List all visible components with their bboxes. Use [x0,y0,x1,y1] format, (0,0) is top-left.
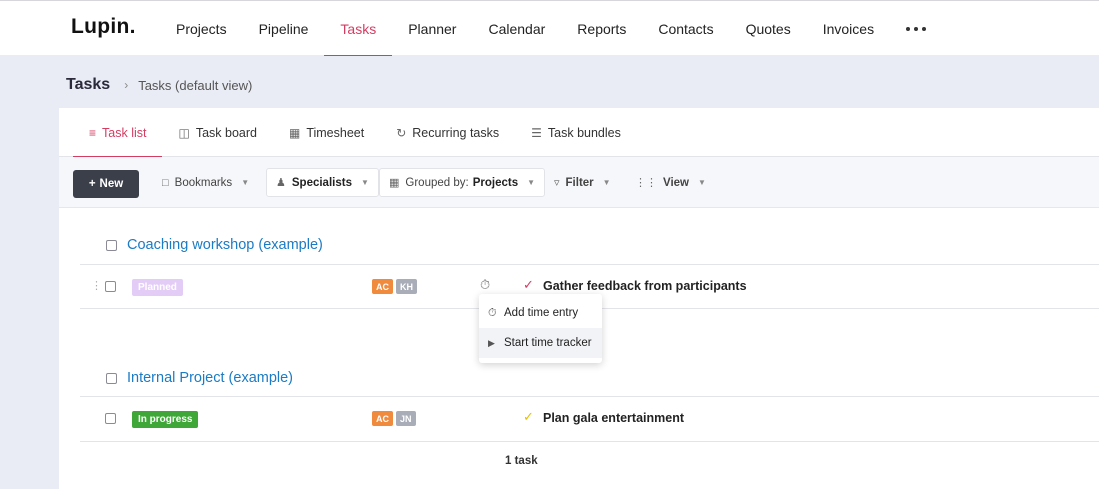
avatar[interactable]: JN [396,411,416,426]
task-checkbox[interactable] [105,413,116,424]
view-label: View [663,176,689,189]
nav-item-pipeline[interactable]: Pipeline [243,1,325,56]
task-name[interactable]: Gather feedback from participants [543,279,747,293]
new-button-label: New [99,178,124,190]
board-icon: ◫ [178,125,190,140]
start-time-tracker-item[interactable]: ▶ Start time tracker [479,328,602,358]
task-checkbox[interactable] [105,281,116,292]
grid-icon: ▦ [288,125,301,140]
breadcrumb: Tasks › Tasks (default view) [66,76,252,94]
grid-icon: ▦ [389,177,400,189]
avatar[interactable]: AC [372,411,393,426]
divider [80,441,1099,442]
task-name[interactable]: Plan gala entertainment [543,411,684,425]
nav-item-planner[interactable]: Planner [392,1,472,56]
grouped-prefix: Grouped by: [405,176,469,189]
assignees: AC KH [372,279,420,294]
new-button[interactable]: + New [73,170,139,198]
checkmark-icon: ✓ [523,409,534,424]
list-icon: ≡ [89,125,97,140]
group-checkbox[interactable] [106,372,117,384]
nav-item-invoices[interactable]: Invoices [807,1,890,56]
nav-item-projects[interactable]: Projects [160,1,243,56]
toolbar: + New □ Bookmarks ▼ ♟ Specialists ▼ ▦ Gr… [59,157,1099,208]
menu-item-label: Add time entry [504,307,579,319]
sliders-icon: ⋮⋮ [635,177,657,189]
view-tabs: ≡ Task list ◫ Task board ▦ Timesheet ↻ R… [59,108,1099,158]
avatar[interactable]: KH [396,279,417,294]
stopwatch-icon: ⏱ [488,306,497,319]
group-title[interactable]: Internal Project (example) [127,370,293,386]
caret-down-icon: ▼ [360,178,369,187]
breadcrumb-current: Tasks (default view) [138,77,253,93]
time-tracking-menu: ⏱ Add time entry ▶ Start time tracker [479,294,602,363]
tab-label: Task bundles [547,125,621,140]
specialists-button[interactable]: ♟ Specialists ▼ [266,168,379,197]
bookmarks-label: Bookmarks [174,176,233,189]
view-button[interactable]: ⋮⋮ View ▼ [626,168,715,197]
tab-label: Task list [102,125,147,140]
group-checkbox[interactable] [106,239,117,251]
tab-task-board[interactable]: ◫ Task board [162,108,273,157]
nav-item-calendar[interactable]: Calendar [472,1,561,56]
page-title[interactable]: Tasks [66,76,110,94]
filter-icon: ▿ [554,177,560,189]
avatar[interactable]: AC [372,279,393,294]
checkmark-icon: ✓ [523,277,534,292]
nav-item-tasks[interactable]: Tasks [324,1,393,56]
stopwatch-icon[interactable]: ⏱ [480,277,490,293]
tab-label: Recurring tasks [412,125,500,140]
tab-task-bundles[interactable]: ☰ Task bundles [515,108,637,157]
refresh-icon: ↻ [396,125,407,140]
nav-items: Projects Pipeline Tasks Planner Calendar… [160,1,942,56]
filter-label: Filter [565,176,594,189]
grouped-by-button[interactable]: ▦ Grouped by: Projects ▼ [379,168,546,197]
caret-down-icon: ▼ [698,178,706,187]
nav-item-quotes[interactable]: Quotes [730,1,807,56]
menu-item-label: Start time tracker [504,337,592,349]
assignees: AC JN [372,411,419,426]
play-icon: ▶ [488,337,495,348]
tab-task-list[interactable]: ≡ Task list [73,108,163,158]
group-header: Coaching workshop (example) [80,229,323,261]
tab-label: Timesheet [306,125,365,140]
group-header: Internal Project (example) [80,362,293,394]
more-menu-icon[interactable] [890,1,942,56]
table-row[interactable]: In progress AC JN ✓ Plan gala entertainm… [80,397,1099,441]
group-title[interactable]: Coaching workshop (example) [127,237,323,253]
bookmarks-button[interactable]: □ Bookmarks ▼ [153,168,258,197]
caret-down-icon: ▼ [241,178,250,187]
tab-label: Task board [195,125,257,140]
nav-item-contacts[interactable]: Contacts [642,1,729,56]
chevron-right-icon: › [124,78,129,92]
specialists-label: Specialists [291,176,352,189]
plus-icon: + [88,178,96,190]
caret-down-icon: ▼ [602,178,611,187]
person-icon: ♟ [276,177,286,189]
app-logo[interactable]: Lupin. [71,15,136,39]
status-badge[interactable]: Planned [132,279,183,296]
top-navigation: Lupin. Projects Pipeline Tasks Planner C… [0,0,1099,56]
bookmark-icon: □ [162,176,169,189]
tab-timesheet[interactable]: ▦ Timesheet [273,108,380,157]
caret-down-icon: ▼ [527,178,536,187]
grouped-value: Projects [472,176,519,189]
nav-item-reports[interactable]: Reports [561,1,642,56]
add-time-entry-item[interactable]: ⏱ Add time entry [479,298,602,328]
task-count: 1 task [505,455,538,467]
tab-recurring-tasks[interactable]: ↻ Recurring tasks [380,108,515,157]
status-badge[interactable]: In progress [132,411,199,428]
bundle-icon: ☰ [531,125,542,140]
filter-button[interactable]: ▿ Filter ▼ [545,168,620,197]
